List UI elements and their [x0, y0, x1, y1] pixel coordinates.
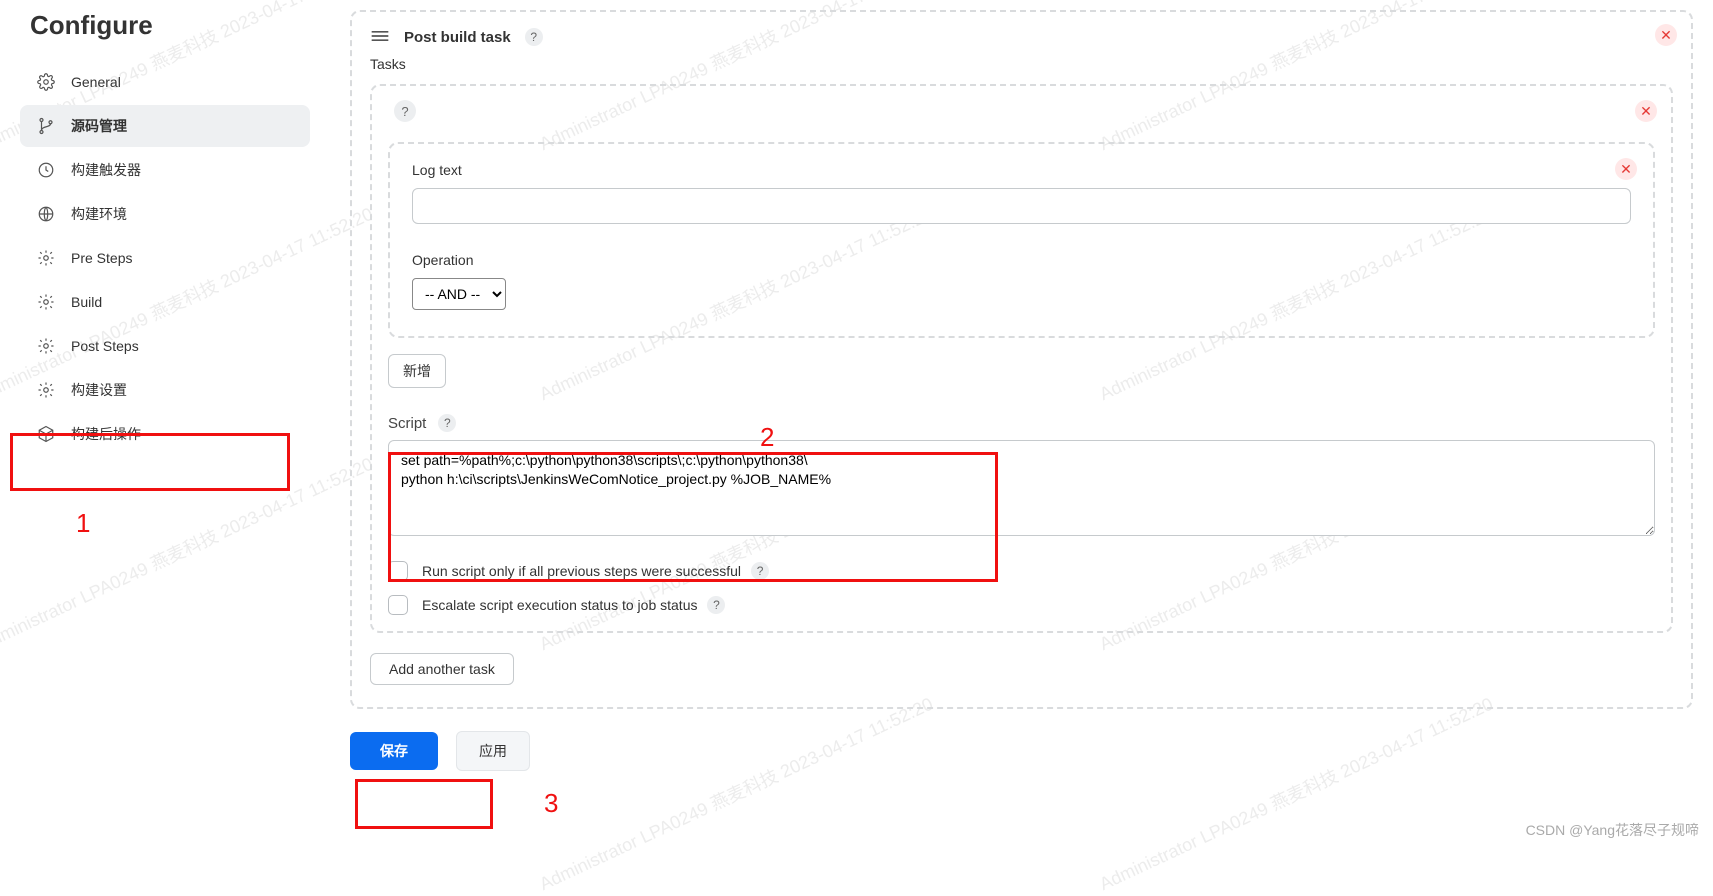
annotation-number-3: 3 — [544, 788, 558, 819]
sidebar-item-label: 构建触发器 — [71, 160, 141, 180]
page-title: Configure — [20, 10, 310, 41]
help-icon[interactable]: ? — [394, 100, 416, 122]
log-text-label: Log text — [412, 162, 1631, 178]
apply-button[interactable]: 应用 — [456, 731, 530, 771]
sidebar-item-label: 构建后操作 — [71, 424, 141, 444]
sidebar-item-build[interactable]: Build — [20, 281, 310, 323]
main-content: Post build task ? ✕ Tasks ? ✕ ✕ Log text… — [350, 10, 1693, 771]
tasks-label: Tasks — [370, 56, 1673, 72]
gear-icon — [35, 291, 57, 313]
gear-icon — [35, 335, 57, 357]
checkbox-label: Run script only if all previous steps we… — [422, 563, 741, 579]
clock-icon — [35, 159, 57, 181]
sidebar-item-label: 构建环境 — [71, 204, 127, 224]
save-button[interactable]: 保存 — [350, 732, 438, 770]
run-only-if-successful-checkbox[interactable] — [388, 561, 408, 581]
drag-handle-icon[interactable] — [370, 29, 390, 46]
sidebar-item-pre-steps[interactable]: Pre Steps — [20, 237, 310, 279]
section-title: Post build task — [404, 29, 511, 46]
sidebar-item-build-triggers[interactable]: 构建触发器 — [20, 149, 310, 191]
help-icon[interactable]: ? — [707, 596, 725, 614]
sidebar-item-label: 源码管理 — [71, 116, 127, 136]
sidebar-item-label: Build — [71, 294, 102, 310]
sidebar-item-post-build-actions[interactable]: 构建后操作 — [20, 413, 310, 455]
log-text-input[interactable] — [412, 188, 1631, 224]
remove-task-button[interactable]: ✕ — [1635, 100, 1657, 122]
sidebar: Configure General 源码管理 构建触发器 构建环境 Pre St… — [20, 10, 310, 771]
sidebar-item-label: Post Steps — [71, 338, 139, 354]
operation-label: Operation — [412, 252, 1631, 268]
escalate-status-checkbox[interactable] — [388, 595, 408, 615]
gear-icon — [35, 71, 57, 93]
script-textarea[interactable] — [388, 440, 1655, 536]
help-icon[interactable]: ? — [525, 28, 543, 46]
checkbox-label: Escalate script execution status to job … — [422, 597, 697, 613]
sidebar-item-label: General — [71, 74, 121, 90]
task-card: ? ✕ ✕ Log text Operation -- AND -- 新增 — [370, 84, 1673, 633]
sidebar-item-build-environment[interactable]: 构建环境 — [20, 193, 310, 235]
sidebar-item-build-settings[interactable]: 构建设置 — [20, 369, 310, 411]
log-text-box: ✕ Log text Operation -- AND -- — [388, 142, 1655, 338]
post-build-task-section: Post build task ? ✕ Tasks ? ✕ ✕ Log text… — [350, 10, 1693, 709]
sidebar-item-label: 构建设置 — [71, 380, 127, 400]
remove-section-button[interactable]: ✕ — [1655, 24, 1677, 46]
sidebar-item-post-steps[interactable]: Post Steps — [20, 325, 310, 367]
sidebar-item-general[interactable]: General — [20, 61, 310, 103]
add-another-task-button[interactable]: Add another task — [370, 653, 514, 685]
cube-icon — [35, 423, 57, 445]
branch-icon — [35, 115, 57, 137]
gear-icon — [35, 379, 57, 401]
remove-log-text-button[interactable]: ✕ — [1615, 158, 1637, 180]
operation-select[interactable]: -- AND -- — [412, 278, 506, 310]
globe-icon — [35, 203, 57, 225]
annotation-box-3 — [355, 779, 493, 829]
help-icon[interactable]: ? — [438, 414, 456, 432]
sidebar-item-source-management[interactable]: 源码管理 — [20, 105, 310, 147]
sidebar-item-label: Pre Steps — [71, 250, 132, 266]
add-new-button[interactable]: 新增 — [388, 354, 446, 388]
gear-icon — [35, 247, 57, 269]
credit-text: CSDN @Yang花落尽子规啼 — [1526, 820, 1699, 840]
help-icon[interactable]: ? — [751, 562, 769, 580]
script-label: Script — [388, 415, 426, 432]
